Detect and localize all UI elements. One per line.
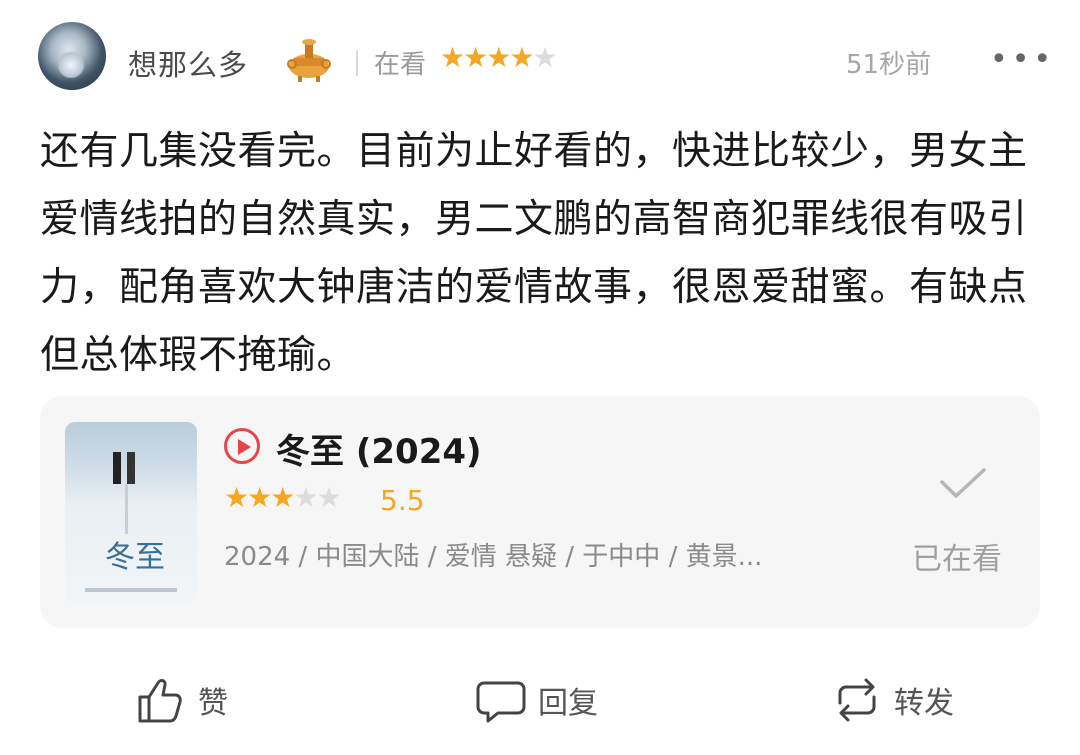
star-icon: ★ bbox=[247, 481, 272, 514]
star-icon: ★ bbox=[463, 41, 488, 74]
movie-rating-stars: ★★★★★ bbox=[224, 481, 342, 514]
poster-logo: 冬至 bbox=[105, 540, 165, 575]
poster-credits bbox=[85, 588, 177, 592]
movie-score: 5.5 bbox=[380, 484, 425, 517]
header-divider bbox=[356, 50, 358, 76]
action-bar: 赞 回复 转发 bbox=[0, 670, 1080, 740]
reply-button[interactable]: 回复 bbox=[474, 670, 598, 730]
star-icon: ★ bbox=[293, 481, 318, 514]
star-icon: ★ bbox=[316, 481, 341, 514]
movie-card[interactable]: 冬至 冬至 (2024) ★★★★★ 5.5 2024 / 中国大陆 / 爱情 … bbox=[40, 396, 1040, 628]
watched-button[interactable]: 已在看 bbox=[912, 534, 1002, 578]
star-icon: ★ bbox=[509, 41, 534, 74]
check-icon[interactable] bbox=[940, 468, 986, 498]
like-button[interactable]: 赞 bbox=[134, 670, 228, 730]
hotpot-badge-icon bbox=[287, 39, 331, 82]
more-options-icon[interactable]: ••• bbox=[990, 42, 1055, 77]
username[interactable]: 想那么多 bbox=[128, 42, 248, 84]
watch-status: 在看 bbox=[374, 50, 427, 80]
movie-poster[interactable]: 冬至 bbox=[65, 422, 197, 604]
repost-icon bbox=[838, 678, 876, 722]
poster-figures bbox=[113, 452, 139, 484]
reply-label: 回复 bbox=[538, 686, 598, 721]
poster-footpath bbox=[125, 484, 128, 534]
comment-bubble-icon bbox=[476, 681, 526, 723]
star-icon: ★ bbox=[224, 481, 249, 514]
review-text: 还有几集没看完。目前为止好看的，快进比较少，男女主爱情线拍的自然真实，男二文鹏的… bbox=[40, 129, 1028, 378]
star-icon: ★ bbox=[532, 41, 557, 74]
movie-meta: 2024 / 中国大陆 / 爱情 悬疑 / 于中中 / 黄景... bbox=[224, 542, 763, 572]
user-rating-stars: ★★★★★ bbox=[440, 41, 558, 74]
play-icon[interactable] bbox=[224, 428, 260, 464]
repost-button[interactable]: 转发 bbox=[830, 670, 954, 730]
movie-title[interactable]: 冬至 (2024) bbox=[276, 424, 482, 473]
like-label: 赞 bbox=[198, 686, 228, 721]
star-icon: ★ bbox=[486, 41, 511, 74]
star-icon: ★ bbox=[270, 481, 295, 514]
thumbs-up-icon bbox=[138, 679, 182, 723]
post-header: 想那么多 在看 ★★★★★ 51秒前 ••• bbox=[38, 22, 1051, 102]
repost-label: 转发 bbox=[894, 686, 954, 721]
post-time: 51秒前 bbox=[846, 50, 932, 80]
star-icon: ★ bbox=[440, 41, 465, 74]
user-avatar[interactable] bbox=[38, 22, 106, 90]
